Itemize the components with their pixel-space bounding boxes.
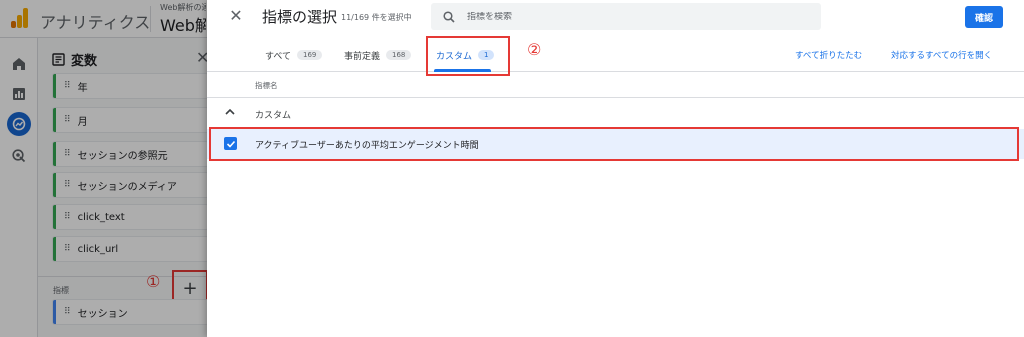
tab-count-badge: 168 [386,50,412,60]
column-header-metric-name: 指標名 [255,81,278,90]
tab-label: すべて [265,51,292,62]
search-icon [443,10,455,23]
chevron-up-icon[interactable] [224,106,236,118]
tab-predefined[interactable]: 事前定義 168 [344,38,412,72]
close-icon[interactable]: ✕ [226,6,246,26]
tab-bar: すべて 169 事前定義 168 カスタム 1 すべて折りたたむ 対応するすべて… [207,38,1024,72]
annotation-highlight-box [209,127,1019,161]
annotation-highlight-box [426,36,510,76]
search-input[interactable] [467,11,807,22]
group-row-custom[interactable]: カスタム [207,99,1024,129]
search-box[interactable] [431,3,821,30]
confirm-button[interactable]: 確認 [965,6,1003,28]
tab-all[interactable]: すべて 169 [265,38,323,72]
select-metrics-dialog: ✕ 指標の選択 11/169 件を選択中 確認 すべて 169 事前定義 168… [207,0,1024,337]
tab-label: 事前定義 [344,51,381,62]
expand-all-rows-button[interactable]: 対応するすべての行を開く [891,38,992,72]
annotation-step-2: ② [527,40,542,59]
selected-count: 11/169 件を選択中 [341,13,412,22]
collapse-all-button[interactable]: すべて折りたたむ [795,38,862,72]
column-header: 指標名 [207,72,1024,98]
group-label: カスタム [255,111,292,121]
dialog-title: 指標の選択 [262,8,338,26]
tab-count-badge: 169 [297,50,323,60]
